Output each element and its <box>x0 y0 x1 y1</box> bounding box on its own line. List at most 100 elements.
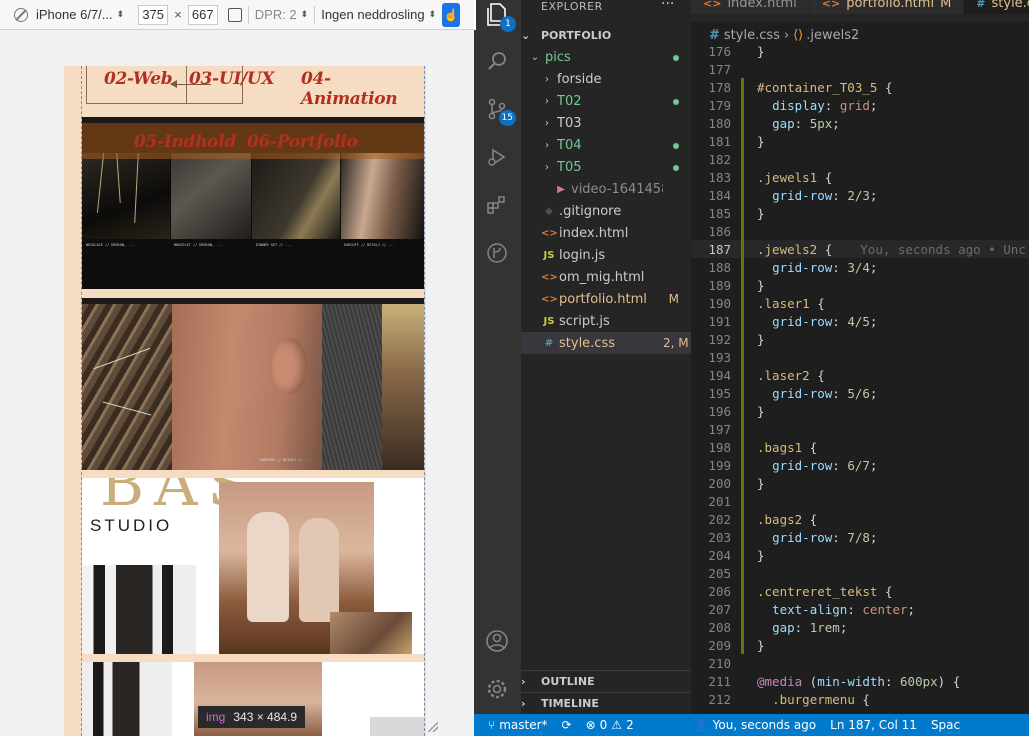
chevron-updown-icon[interactable]: ⬍ <box>301 9 309 20</box>
git-graph-icon[interactable] <box>484 240 510 266</box>
code-line: 202 .bags2 { <box>691 510 1029 528</box>
code-line: 183 .jewels1 { <box>691 168 1029 186</box>
tree-item[interactable]: › T02 <box>521 90 691 112</box>
dpr-select[interactable]: DPR: 2 <box>255 7 297 22</box>
project-header[interactable]: ⌄ PORTFOLIO <box>521 24 691 46</box>
code-line: 177 <box>691 60 1029 78</box>
tree-item[interactable]: › T03 <box>521 112 691 134</box>
css-file-icon: # <box>709 27 720 43</box>
editor-tab[interactable]: <> index.html <box>691 0 810 14</box>
breadcrumb-file[interactable]: style.css <box>724 28 780 43</box>
tree-item[interactable]: ▶ video-1641458550... <box>521 178 691 200</box>
inspect-tooltip: img 343 × 484.9 <box>198 706 306 728</box>
code-line: 179 display: grid; <box>691 96 1029 114</box>
explorer-badge: 1 <box>500 16 516 32</box>
tree-item[interactable]: ⌄ pics <box>521 46 691 68</box>
height-input[interactable]: 667 <box>187 4 218 25</box>
indentation-indicator[interactable]: Spac <box>931 718 960 732</box>
resize-grip-icon[interactable] <box>428 722 438 732</box>
code-text: } <box>757 43 765 59</box>
code-text: grid-row: 3/4; <box>772 259 878 275</box>
chevron-updown-icon[interactable]: ⬍ <box>117 9 125 20</box>
modified-dot-icon <box>673 165 679 171</box>
tree-item[interactable]: # style.css 2, M <box>521 332 691 354</box>
line-number: 177 <box>708 61 731 77</box>
timeline-panel-header[interactable]: › TIMELINE <box>521 692 691 714</box>
extensions-icon[interactable] <box>484 192 510 218</box>
tree-item[interactable]: JS login.js <box>521 244 691 266</box>
nav-link-web[interactable]: 02-Web <box>104 69 173 89</box>
code-line: 186 <box>691 222 1029 240</box>
outline-panel-header[interactable]: › OUTLINE <box>521 670 691 692</box>
width-input[interactable]: 375 <box>138 4 169 25</box>
divider <box>247 5 249 24</box>
tree-item[interactable]: › T05 <box>521 156 691 178</box>
editor-tab[interactable]: # style.css <box>964 0 1029 14</box>
portfolio-image-jewels2[interactable]: EARRING // DETALJ // ... <box>82 298 424 470</box>
tree-item[interactable]: JS script.js <box>521 310 691 332</box>
code-line: 206 .centreret_tekst { <box>691 582 1029 600</box>
settings-gear-icon[interactable] <box>484 676 510 702</box>
modified-dot-icon <box>673 143 679 149</box>
git-blame-indicator[interactable]: 👤 You, seconds ago <box>694 718 816 732</box>
code-text: .burgermenu { <box>772 691 870 707</box>
git-status <box>663 138 691 152</box>
tree-item[interactable]: <> portfolio.html M <box>521 288 691 310</box>
nav-link-animation[interactable]: 04-Animation <box>301 69 426 109</box>
explorer-title: EXPLORER <box>541 0 603 13</box>
modified-dot-icon <box>673 55 679 61</box>
account-icon[interactable] <box>484 628 510 654</box>
code-line: 176} <box>691 42 1029 60</box>
code-text: grid-row: 5/6; <box>772 385 878 401</box>
portfolio-image-bags1[interactable]: BAS STUDIO <box>82 478 424 654</box>
tooltip-size: 343 × 484.9 <box>233 710 298 724</box>
run-debug-icon[interactable] <box>484 144 510 170</box>
modified-dot-icon <box>673 99 679 105</box>
nav-link-indhold[interactable]: 05-Indhold <box>134 132 236 152</box>
tree-item[interactable]: <> index.html <box>521 222 691 244</box>
explorer-icon[interactable]: 1 <box>484 2 516 32</box>
touch-icon[interactable]: ☝ <box>442 2 461 27</box>
more-actions-icon[interactable]: ··· <box>661 0 674 12</box>
chevron-right-icon: › <box>521 675 526 688</box>
chevron-right-icon: › <box>545 139 549 151</box>
line-number: 212 <box>708 691 731 707</box>
gutter <box>731 114 757 132</box>
gutter <box>731 168 757 186</box>
code-line: 198 .bags1 { <box>691 438 1029 456</box>
nav-link-uiux[interactable]: 03-UI/UX <box>189 69 275 89</box>
breadcrumb-symbol[interactable]: .jewels2 <box>806 28 859 43</box>
block-icon[interactable] <box>14 7 28 22</box>
problems-indicator[interactable]: ⊗ 0 ⚠ 2 <box>586 718 634 732</box>
search-icon[interactable] <box>484 48 510 74</box>
line-number: 195 <box>708 385 731 401</box>
editor-tab[interactable]: <> portfolio.html M <box>809 0 965 14</box>
rotate-icon[interactable] <box>227 7 242 22</box>
sync-icon[interactable]: ⟳ <box>562 718 572 732</box>
git-file-icon: ◆ <box>545 205 553 217</box>
nav-link-portfolio[interactable]: 06-Portfolio <box>247 132 358 152</box>
source-control-icon[interactable]: 15 <box>484 96 516 126</box>
tree-item[interactable]: › T04 <box>521 134 691 156</box>
tree-item[interactable]: ◆ .gitignore <box>521 200 691 222</box>
js-file-icon: JS <box>543 249 555 261</box>
css-file-icon: # <box>544 337 554 349</box>
code-line: 204} <box>691 546 1029 564</box>
cursor-position[interactable]: Ln 187, Col 11 <box>830 718 917 732</box>
throttle-select[interactable]: Ingen neddrosling <box>321 7 424 22</box>
tree-item-label: index.html <box>559 225 629 241</box>
gutter <box>731 618 757 636</box>
vscode-window: 1 15 EXPLORER ··· ⌄ PORTFOLIO ⌄ pics › f… <box>474 0 1029 736</box>
branch-indicator[interactable]: ⑂ master* <box>488 718 548 732</box>
device-viewport[interactable]: 02-Web 03-UI/UX 04-Animation NECKLACE //… <box>64 66 426 736</box>
code-text: text-align: center; <box>772 601 916 617</box>
chevron-updown-icon[interactable]: ⬍ <box>429 9 437 20</box>
device-select[interactable]: iPhone 6/7/... <box>36 7 113 22</box>
editor-tabs: <> index.html <> portfolio.html M # style.css <box>691 0 1029 22</box>
tree-item[interactable]: <> om_mig.html <box>521 266 691 288</box>
js-file-icon: JS <box>543 315 555 327</box>
dinner-set-photo <box>252 153 340 239</box>
tree-item[interactable]: › forside <box>521 68 691 90</box>
html-file-icon: <> <box>541 293 558 305</box>
git-status: 2, M <box>663 336 689 350</box>
